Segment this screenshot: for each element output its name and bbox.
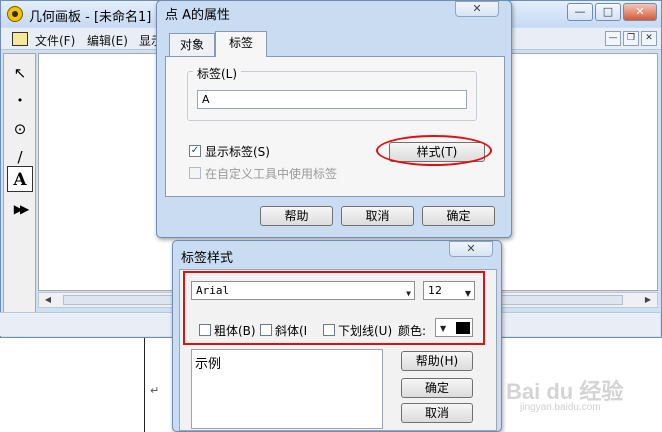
maximize-icon[interactable]: □ [595,3,621,21]
show-label-checkbox[interactable]: ✓ [189,145,201,157]
cancel-button[interactable]: 取消 [341,206,414,226]
dialog-title: 点 A的属性 [165,8,231,23]
toolbox: ↖ • ⊙ / A ▶▶ [3,53,36,315]
help-button[interactable]: 帮助(H) [401,351,473,371]
doc-minimize-icon[interactable]: — [605,31,621,46]
close-icon[interactable]: ✕ [455,1,499,17]
underline-checkbox[interactable] [323,324,335,336]
arrow-select-icon[interactable]: ↖ [7,60,33,86]
baidu-watermark-url: jingyan.baidu.com [520,402,601,413]
ok-button[interactable]: 确定 [422,206,495,226]
sketchpad-logo-icon [7,6,23,22]
compass-tool-icon[interactable]: ⊙ [7,116,33,142]
document-margin-line [144,338,145,432]
bold-checkbox[interactable] [199,324,211,336]
point-tool-icon[interactable]: • [7,88,33,114]
sample-text: 示例 [195,357,222,372]
italic-checkbox[interactable] [260,324,272,336]
chevron-down-icon[interactable]: ▼ [406,286,411,301]
cancel-button[interactable]: 取消 [401,403,473,423]
size-select[interactable]: 12 ▼ [423,281,475,300]
scroll-left-icon[interactable]: ◀ [41,294,55,306]
underline-label: 下划线(U) [338,324,393,338]
color-label: 颜色: [398,324,427,338]
tab-object[interactable]: 对象 [169,33,215,56]
bold-label: 粗体(B) [214,324,256,338]
show-label-text: 显示标签(S) [205,145,270,159]
color-picker[interactable]: ▼ [435,318,473,337]
text-tool-icon[interactable]: A [7,166,33,192]
doc-restore-icon[interactable]: ❐ [623,31,639,46]
document-window-controls: — ❐ ✕ [605,31,659,47]
document-icon[interactable] [12,32,28,46]
scroll-right-icon[interactable]: ▶ [641,294,655,306]
chevron-down-icon: ▼ [440,324,447,333]
point-properties-dialog: 点 A的属性 ✕ 对象 标签 标签(L) A ✓ 显示标签(S) 在自定义工具中… [156,0,512,238]
font-select[interactable]: Arial ▼ [191,281,415,300]
custom-tool-icon[interactable]: ▶▶ [7,196,33,222]
size-select-value: 12 [428,284,442,297]
label-group-title: 标签(L) [193,65,242,82]
help-button[interactable]: 帮助 [260,206,333,226]
use-label-in-custom-tool-text: 在自定义工具中使用标签 [205,167,338,181]
close-icon[interactable]: ✕ [623,3,657,21]
menu-edit[interactable]: 编辑(E) [87,32,128,49]
app-title: 几何画板 - [未命名1] [29,10,152,25]
italic-label: 斜体(I [275,324,308,338]
font-select-value: Arial [196,284,230,297]
menu-file[interactable]: 文件(F) [35,32,75,49]
label-style-dialog: 标签样式 ✕ Arial ▼ 12 ▼ 粗体(B) 斜体(I 下划线(U) 颜色… [172,240,502,432]
doc-close-icon[interactable]: ✕ [641,31,657,46]
minimize-icon[interactable]: — [567,3,593,21]
paragraph-return-icon: ↵ [150,384,160,397]
close-icon[interactable]: ✕ [449,241,493,257]
use-label-in-custom-tool-checkbox [189,167,201,179]
ok-button[interactable]: 确定 [401,378,473,398]
chevron-down-icon[interactable]: ▼ [465,286,471,301]
color-swatch [456,322,470,334]
label-input[interactable]: A [197,90,467,109]
style-button-highlight-circle [376,135,492,166]
dialog-title: 标签样式 [181,251,234,266]
tab-label[interactable]: 标签 [215,31,267,57]
